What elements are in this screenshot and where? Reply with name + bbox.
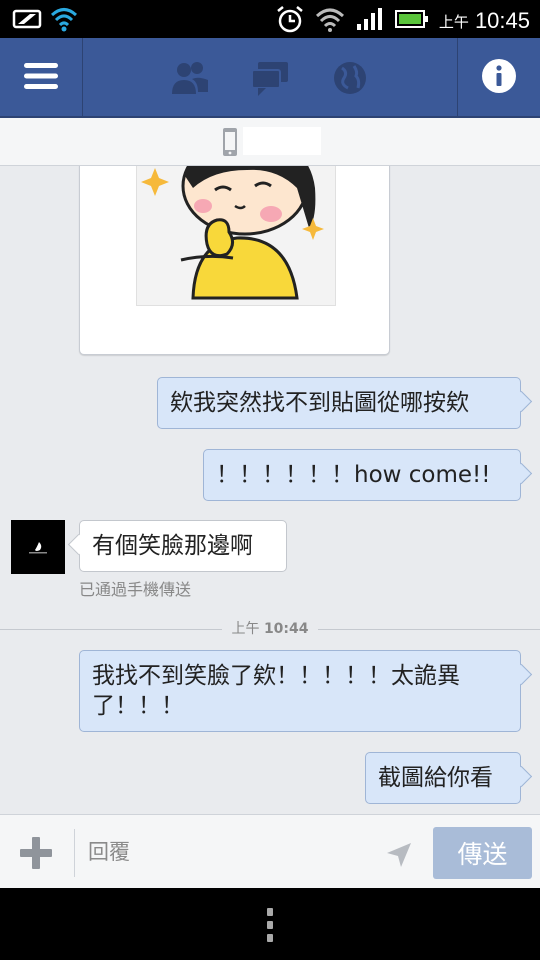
sticker-image <box>136 166 336 306</box>
add-attachment-button[interactable] <box>16 833 56 873</box>
mobile-phone-icon <box>222 127 238 161</box>
incoming-message[interactable]: 有個笑臉那邊啊 <box>79 520 287 572</box>
outgoing-message[interactable]: ！！！！！！how come!! <box>203 449 521 501</box>
alarm-icon <box>275 4 305 38</box>
message-composer: 傳送 <box>0 814 540 888</box>
messages-icon[interactable] <box>250 58 290 98</box>
sent-via-mobile-label: 已通過手機傳送 <box>79 580 192 599</box>
info-button[interactable] <box>457 38 540 118</box>
status-bar: 上午 10:45 <box>0 0 540 38</box>
avatar[interactable] <box>11 520 65 574</box>
friend-requests-icon[interactable] <box>170 58 210 98</box>
sticker-message[interactable] <box>79 166 390 355</box>
divider-time: 10:44 <box>263 621 309 637</box>
composer-divider <box>74 829 75 877</box>
divider-ampm: 上午 <box>231 621 260 637</box>
battery-icon <box>394 8 429 34</box>
signal-strength-icon <box>355 6 385 36</box>
facebook-top-bar <box>0 38 540 118</box>
overflow-menu-icon[interactable] <box>264 908 276 942</box>
time-divider-label: 上午 10:44 <box>222 620 318 638</box>
notification-icon <box>12 6 42 36</box>
location-arrow-icon[interactable] <box>385 841 413 873</box>
conversation-header <box>0 118 540 166</box>
navigation-bar <box>0 888 540 960</box>
notifications-globe-icon[interactable] <box>330 58 370 98</box>
status-ampm: 上午 <box>438 12 469 31</box>
info-icon <box>481 58 517 98</box>
status-time: 10:45 <box>474 8 530 33</box>
plus-icon <box>20 837 52 869</box>
outgoing-message[interactable]: 欸我突然找不到貼圖從哪按欸 <box>157 377 521 429</box>
reply-input[interactable] <box>88 837 368 867</box>
message-list[interactable]: 欸我突然找不到貼圖從哪按欸 ！！！！！！how come!! 有個笑臉那邊啊 已… <box>0 166 540 814</box>
wifi-signal-icon <box>50 6 78 36</box>
send-button[interactable]: 傳送 <box>433 827 532 879</box>
outgoing-message[interactable]: 我找不到笑臉了欸！！！！！太詭異了！！！ <box>79 650 521 732</box>
wifi-icon <box>315 6 345 36</box>
menu-button[interactable] <box>0 38 83 118</box>
menu-icon <box>24 62 58 94</box>
conversation-title <box>243 127 321 155</box>
outgoing-message[interactable]: 截圖給你看 <box>365 752 521 804</box>
